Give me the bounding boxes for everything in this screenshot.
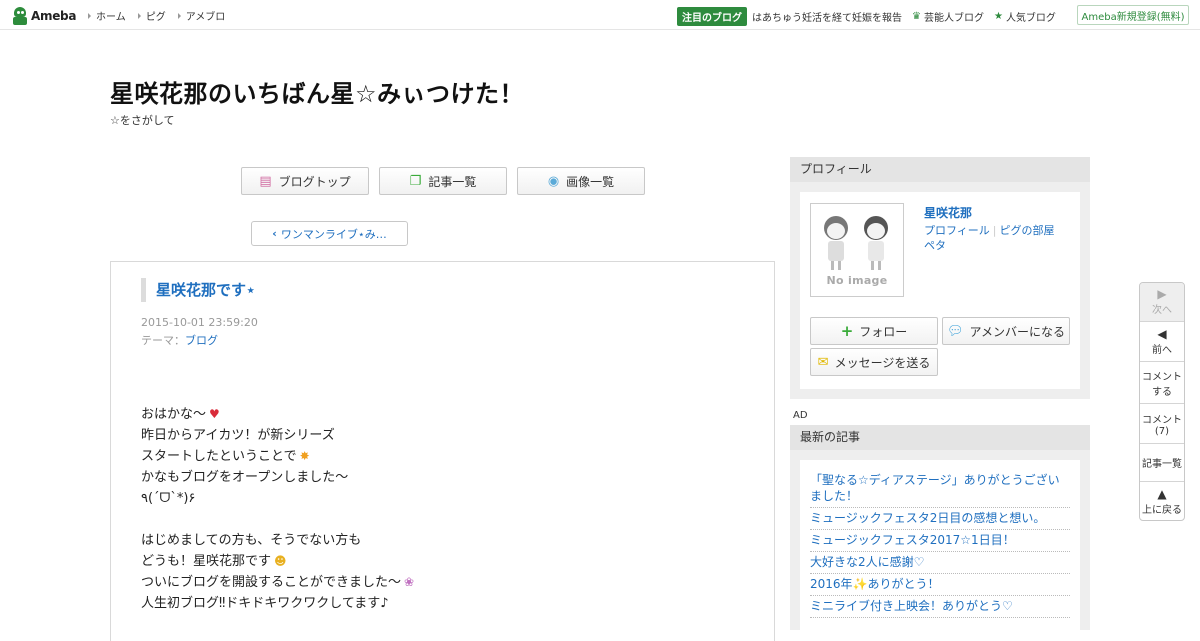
message-button[interactable]: ✉ メッセージを送る — [810, 348, 938, 376]
ad-label: AD — [793, 410, 808, 421]
triangle-up-icon: ▲ — [1157, 487, 1167, 501]
blog-title[interactable]: 星咲花那のいちばん星☆みぃつけた！ — [110, 74, 524, 109]
signup-button[interactable]: Ameba新規登録(無料) — [1077, 5, 1189, 25]
triangle-icon — [137, 12, 141, 19]
recent-article-link[interactable]: ミニライブ付き上映会！ありがとう♡ — [810, 596, 1070, 618]
theme-link[interactable]: ブログ — [185, 334, 218, 347]
body-line: かなもブログをオープンしました～ — [141, 470, 349, 485]
crown-icon: ♛ — [912, 11, 921, 22]
recent-articles-box: 「聖なる☆ディアステージ」ありがとうございました！ ミュージックフェスタ2日目の… — [790, 450, 1090, 630]
camera-icon: ◉ — [547, 173, 560, 189]
ameba-logo-icon — [12, 7, 28, 25]
heart-emoji-icon: ♥ — [209, 407, 220, 421]
girl-emoji-icon: ❀ — [404, 575, 415, 589]
no-image-label: No image — [826, 274, 888, 287]
recent-articles-panel: 「聖なる☆ディアステージ」ありがとうございました！ ミュージックフェスタ2日目の… — [800, 460, 1080, 630]
profile-box: No image 星咲花那 プロフィール | ピグの部屋 ペタ + フォロー 💬︎ アメ… — [790, 182, 1090, 399]
recent-article-link[interactable]: 「聖なる☆ディアステージ」ありがとうございました！ — [810, 470, 1070, 508]
global-header: Ameba ホーム ピグ アメブロ 注目のブログ はあちゅう妊活を経て妊娠を報告… — [0, 0, 1200, 30]
profile-links: プロフィール | ピグの部屋 ペタ — [924, 223, 1055, 253]
featured-headline-link[interactable]: はあちゅう妊活を経て妊娠を報告 — [752, 9, 902, 24]
body-line: スタートしたということで ✸ — [141, 446, 414, 467]
document-icon: ▤ — [259, 173, 272, 189]
article-list-float-button[interactable]: 記事一覧 — [1140, 444, 1184, 482]
recent-article-link[interactable]: ミュージックフェスタ2日目の感想と想い。 — [810, 508, 1070, 530]
body-line: ついにブログを開設することができました～ ❀ — [141, 572, 414, 593]
profile-link[interactable]: プロフィール — [924, 224, 990, 237]
divider: | — [992, 224, 997, 237]
global-nav: ホーム ピグ アメブロ — [88, 8, 237, 23]
back-to-top-button[interactable]: ▲ 上に戻る — [1140, 482, 1184, 520]
logo-text: Ameba — [31, 9, 77, 23]
profile-panel: No image 星咲花那 プロフィール | ピグの部屋 ペタ + フォロー 💬︎ アメ… — [800, 192, 1080, 389]
article-list-button[interactable]: ❐ 記事一覧 — [379, 167, 507, 195]
girl-avatar-icon — [861, 216, 891, 270]
body-line: おはかな～ ♥ — [141, 404, 414, 425]
next-entry-button[interactable]: ▶ 次へ — [1140, 283, 1184, 322]
triangle-icon — [177, 12, 181, 19]
profile-header: プロフィール — [790, 157, 1090, 182]
article-body: おはかな～ ♥ 昨日からアイカツ！が新シリーズ スタートしたということで ✸ かなも… — [141, 404, 414, 614]
popular-blog-link[interactable]: ★ 人気ブログ — [994, 9, 1056, 24]
recent-articles-list: 「聖なる☆ディアステージ」ありがとうございました！ ミュージックフェスタ2日目の… — [810, 470, 1070, 618]
featured-blogs: 注目のブログ はあちゅう妊活を経て妊娠を報告 ♛ 芸能人ブログ ★ 人気ブログ — [677, 7, 1066, 26]
write-comment-button[interactable]: コメント する — [1140, 362, 1184, 404]
featured-badge: 注目のブログ — [677, 7, 747, 26]
play-right-icon: ▶ — [1157, 287, 1167, 301]
body-line: 昨日からアイカツ！が新シリーズ — [141, 428, 335, 443]
speech-bubble-icon: 💬︎ — [947, 323, 964, 339]
ameba-logo[interactable]: Ameba — [12, 6, 76, 26]
plus-icon: + — [840, 322, 854, 340]
blog-description: ☆をさがして — [110, 114, 175, 127]
recent-articles-header: 最新の記事 — [790, 425, 1090, 450]
view-comments-button[interactable]: コメント (7) — [1140, 404, 1184, 444]
play-left-icon: ◀ — [1157, 326, 1167, 341]
article-theme: テーマ：ブログ — [141, 334, 218, 347]
pig-room-link[interactable]: ピグの部屋 — [1000, 224, 1055, 237]
celeb-blog-link[interactable]: ♛ 芸能人ブログ — [912, 9, 984, 24]
sparkle-emoji-icon: ✸ — [299, 449, 310, 463]
body-line — [141, 509, 414, 530]
prev-entry-button[interactable]: ◀ 前へ — [1140, 322, 1184, 362]
peta-link[interactable]: ペタ — [924, 239, 946, 252]
follow-button[interactable]: + フォロー — [810, 317, 938, 345]
recent-article-link[interactable]: ミュージックフェスタ2017☆1日目！ — [810, 530, 1070, 552]
article-title[interactable]: 星咲花那です⋆ — [141, 278, 255, 302]
star-icon: ★ — [993, 11, 1003, 22]
recent-article-link[interactable]: 大好きな2人に感謝♡ — [810, 552, 1070, 574]
body-line: どうも！星咲花那です ☻ — [141, 551, 414, 572]
body-line: ٩(´ᗜ`*)۶ — [141, 491, 196, 506]
boy-avatar-icon — [821, 216, 851, 270]
triangle-icon — [88, 12, 91, 19]
envelope-icon: ✉ — [817, 354, 829, 370]
floating-nav: ▶ 次へ ◀ 前へ コメント する コメント (7) 記事一覧 ▲ 上に戻る — [1139, 282, 1185, 521]
grin-emoji-icon: ☻ — [274, 554, 287, 568]
article-date: 2015-10-01 23:59:20 — [141, 316, 258, 329]
blog-top-button[interactable]: ▤ ブログトップ — [241, 167, 369, 195]
nav-ameblo-link[interactable]: アメブロ — [177, 8, 225, 23]
nav-pig-link[interactable]: ピグ — [137, 8, 166, 23]
image-list-button[interactable]: ◉ 画像一覧 — [517, 167, 645, 195]
recent-article-link[interactable]: 2016年✨ありがとう！ — [810, 574, 1070, 596]
copy-document-icon: ❐ — [409, 173, 422, 189]
amember-button[interactable]: 💬︎ アメンバーになる — [942, 317, 1070, 345]
article: 星咲花那です⋆ 2015-10-01 23:59:20 テーマ：ブログ おはかな… — [110, 261, 775, 641]
profile-name[interactable]: 星咲花那 — [924, 204, 972, 221]
body-line: はじめましての方も、そうでない方も — [141, 533, 362, 548]
avatar[interactable]: No image — [810, 203, 904, 297]
body-line: 人生初ブログ‼ドキドキワクワクしてます♪ — [141, 596, 389, 611]
nav-home-link[interactable]: ホーム — [88, 8, 126, 23]
previous-entry-button[interactable]: ‹ ワンマンライブ⋆み… — [251, 221, 408, 246]
chevron-left-icon: ‹ — [272, 227, 277, 240]
